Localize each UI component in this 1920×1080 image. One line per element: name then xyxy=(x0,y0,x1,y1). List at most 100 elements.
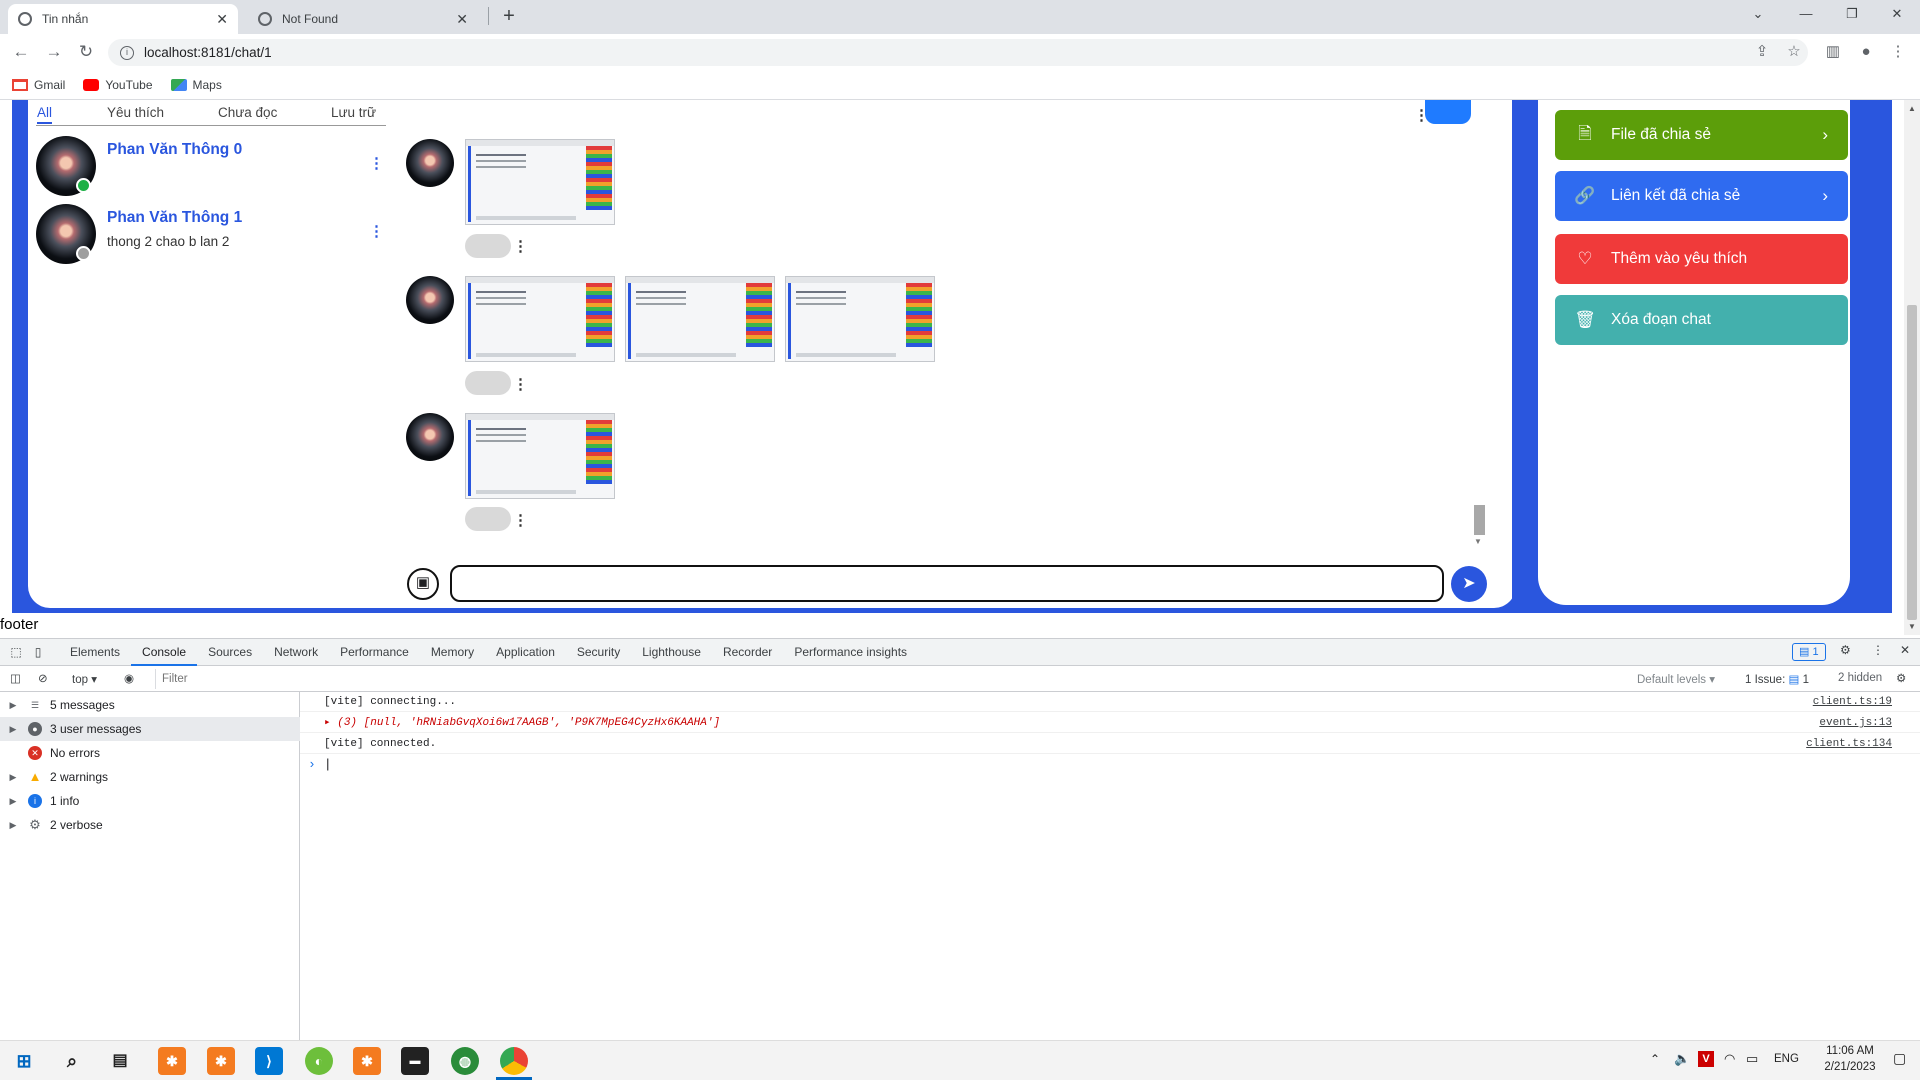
close-tab-icon[interactable]: ✕ xyxy=(216,11,228,28)
battery-icon[interactable]: ▭ xyxy=(1746,1051,1758,1067)
console-source-link[interactable]: client.ts:134 xyxy=(1806,734,1892,754)
devtools-tab-network[interactable]: Network xyxy=(263,639,329,666)
reload-button[interactable]: ↻ xyxy=(75,42,97,62)
bookmark-youtube[interactable]: YouTube xyxy=(83,78,153,92)
inspect-element-icon[interactable]: ⬚ xyxy=(5,645,27,659)
console-source-link[interactable]: client.ts:19 xyxy=(1813,692,1892,712)
terminal-icon[interactable]: ▬ xyxy=(401,1047,429,1075)
share-icon[interactable]: ⇪ xyxy=(1752,42,1772,62)
issues-badge[interactable]: ▤ 1 xyxy=(1792,643,1826,661)
image-attachment[interactable] xyxy=(465,139,615,225)
message-input[interactable] xyxy=(450,565,1444,602)
xampp-icon[interactable]: ✱ xyxy=(207,1047,235,1075)
devtools-tab-sources[interactable]: Sources xyxy=(197,639,263,666)
message-menu-icon[interactable]: ⋮ xyxy=(1414,106,1429,126)
task-view-icon[interactable]: ▤ xyxy=(106,1047,134,1075)
conversation-item[interactable]: Phan Văn Thông 1 thong 2 chao b lan 2 ⋮ xyxy=(36,204,386,268)
expand-arrow-icon[interactable]: ▶ xyxy=(6,772,20,783)
node-app-icon[interactable]: ◐ xyxy=(305,1047,333,1075)
log-levels-dropdown[interactable]: Default levels ▾ xyxy=(1637,672,1715,686)
search-icon[interactable]: ⌕ xyxy=(58,1047,86,1075)
bookmark-gmail[interactable]: Gmail xyxy=(12,78,65,92)
devtools-tab-performance-insights[interactable]: Performance insights xyxy=(783,639,918,666)
sidebar-item-errors[interactable]: ✕ No errors xyxy=(0,741,300,765)
image-attachment[interactable] xyxy=(625,276,775,362)
xampp-icon[interactable]: ✱ xyxy=(353,1047,381,1075)
settings-gear-icon[interactable]: ⚙ xyxy=(1840,643,1851,657)
sidebar-item-verbose[interactable]: ▶ ⚙ 2 verbose xyxy=(0,813,300,837)
message-menu-icon[interactable]: ⋮ xyxy=(513,375,528,395)
console-source-link[interactable]: event.js:13 xyxy=(1819,713,1892,733)
scroll-up-arrow-icon[interactable]: ▲ xyxy=(1908,104,1916,113)
issues-counter[interactable]: 1 Issue: ▤ 1 xyxy=(1745,672,1809,686)
devtools-menu-icon[interactable]: ⋮ xyxy=(1872,643,1884,657)
close-tab-icon[interactable]: ✕ xyxy=(456,11,468,28)
bookmark-star-icon[interactable]: ☆ xyxy=(1784,42,1804,62)
shared-files-button[interactable]: 🗎 File đã chia sẻ › xyxy=(1555,110,1848,160)
console-prompt[interactable]: › | xyxy=(308,755,332,775)
devtools-tab-elements[interactable]: Elements xyxy=(59,639,131,666)
console-message[interactable]: ▸ (3) [null, 'hRNiabGvqXoi6w17AAGB', 'P9… xyxy=(300,713,1920,733)
profile-avatar-icon[interactable]: ● xyxy=(1856,42,1876,62)
scroll-down-arrow-icon[interactable]: ▼ xyxy=(1474,537,1482,546)
delete-chat-button[interactable]: 🗑 Xóa đoạn chat xyxy=(1555,295,1848,345)
devtools-tab-application[interactable]: Application xyxy=(485,639,566,666)
attach-image-button[interactable]: ▣ xyxy=(407,568,439,600)
image-attachment[interactable] xyxy=(785,276,935,362)
message-menu-icon[interactable]: ⋮ xyxy=(513,511,528,531)
clear-console-icon[interactable]: ⊘ xyxy=(38,671,48,685)
minimize-button[interactable]: — xyxy=(1794,6,1818,26)
sidebar-item-messages[interactable]: ▶ ☰ 5 messages xyxy=(0,693,300,717)
device-toolbar-icon[interactable]: ▯ xyxy=(27,645,49,659)
devtools-tab-security[interactable]: Security xyxy=(566,639,631,666)
forward-button[interactable]: → xyxy=(43,42,65,62)
xampp-icon[interactable]: ✱ xyxy=(158,1047,186,1075)
vscode-icon[interactable]: ⟩ xyxy=(255,1047,283,1075)
bookmark-maps[interactable]: Maps xyxy=(170,78,222,92)
messages-scrollbar-thumb[interactable] xyxy=(1474,505,1485,535)
image-attachment[interactable] xyxy=(465,413,615,499)
filter-tab-favorites[interactable]: Yêu thích xyxy=(107,105,164,120)
conversation-item[interactable]: Phan Văn Thông 0 ⋮ xyxy=(36,136,386,200)
antivirus-icon[interactable]: V xyxy=(1698,1051,1714,1067)
send-button[interactable]: ➤ xyxy=(1451,566,1487,602)
menu-kebab-icon[interactable]: ⋮ xyxy=(1888,42,1908,62)
console-filter-input[interactable] xyxy=(155,669,1625,689)
tray-chevron-up-icon[interactable]: ⌃ xyxy=(1650,1052,1660,1066)
sidebar-item-info[interactable]: ▶ i 1 info xyxy=(0,789,300,813)
devtools-tab-performance[interactable]: Performance xyxy=(329,639,420,666)
image-attachment[interactable] xyxy=(465,276,615,362)
expand-arrow-icon[interactable]: ▶ xyxy=(6,820,20,831)
windows-start-icon[interactable]: ⊞ xyxy=(10,1047,38,1075)
clock[interactable]: 11:06 AM 2/21/2023 xyxy=(1808,1043,1892,1075)
back-button[interactable]: ← xyxy=(10,42,32,62)
page-scrollbar-thumb[interactable] xyxy=(1907,305,1917,620)
volume-icon[interactable]: 🔈 xyxy=(1674,1051,1690,1067)
messages-scrollbar[interactable] xyxy=(1473,100,1487,545)
expand-arrow-icon[interactable]: ▶ xyxy=(6,724,20,735)
sidebar-item-user-messages[interactable]: ▶ ● 3 user messages xyxy=(0,717,300,741)
close-devtools-icon[interactable]: ✕ xyxy=(1900,643,1910,657)
filter-tab-all[interactable]: All xyxy=(37,105,53,124)
close-window-button[interactable]: ✕ xyxy=(1885,6,1909,26)
console-settings-gear-icon[interactable]: ⚙ xyxy=(1896,671,1906,685)
side-panel-icon[interactable]: ▥ xyxy=(1823,42,1843,62)
devtools-tab-memory[interactable]: Memory xyxy=(420,639,485,666)
shared-links-button[interactable]: 🔗 Liên kết đã chia sẻ › xyxy=(1555,171,1848,221)
address-bar[interactable]: i localhost:8181/chat/1 xyxy=(108,39,1808,66)
site-info-icon[interactable]: i xyxy=(120,45,134,60)
expand-arrow-icon[interactable]: ▶ xyxy=(6,700,20,711)
message-menu-icon[interactable]: ⋮ xyxy=(513,237,528,257)
new-tab-button[interactable]: + xyxy=(498,5,520,27)
sidebar-toggle-icon[interactable]: ◫ xyxy=(10,671,21,685)
devtools-tab-console[interactable]: Console xyxy=(131,639,198,666)
devtools-tab-lighthouse[interactable]: Lighthouse xyxy=(631,639,712,666)
browser-tab-not-found[interactable]: Not Found ✕ xyxy=(248,4,478,34)
filter-tab-unread[interactable]: Chưa đọc xyxy=(218,105,277,120)
language-indicator[interactable]: ENG xyxy=(1774,1053,1799,1065)
tab-search-icon[interactable]: ⌄ xyxy=(1746,6,1770,26)
add-favorite-button[interactable]: ♡ Thêm vào yêu thích xyxy=(1555,234,1848,284)
conversation-menu-icon[interactable]: ⋮ xyxy=(369,154,384,174)
network-app-icon[interactable]: ◍ xyxy=(451,1047,479,1075)
conversation-menu-icon[interactable]: ⋮ xyxy=(369,222,384,242)
